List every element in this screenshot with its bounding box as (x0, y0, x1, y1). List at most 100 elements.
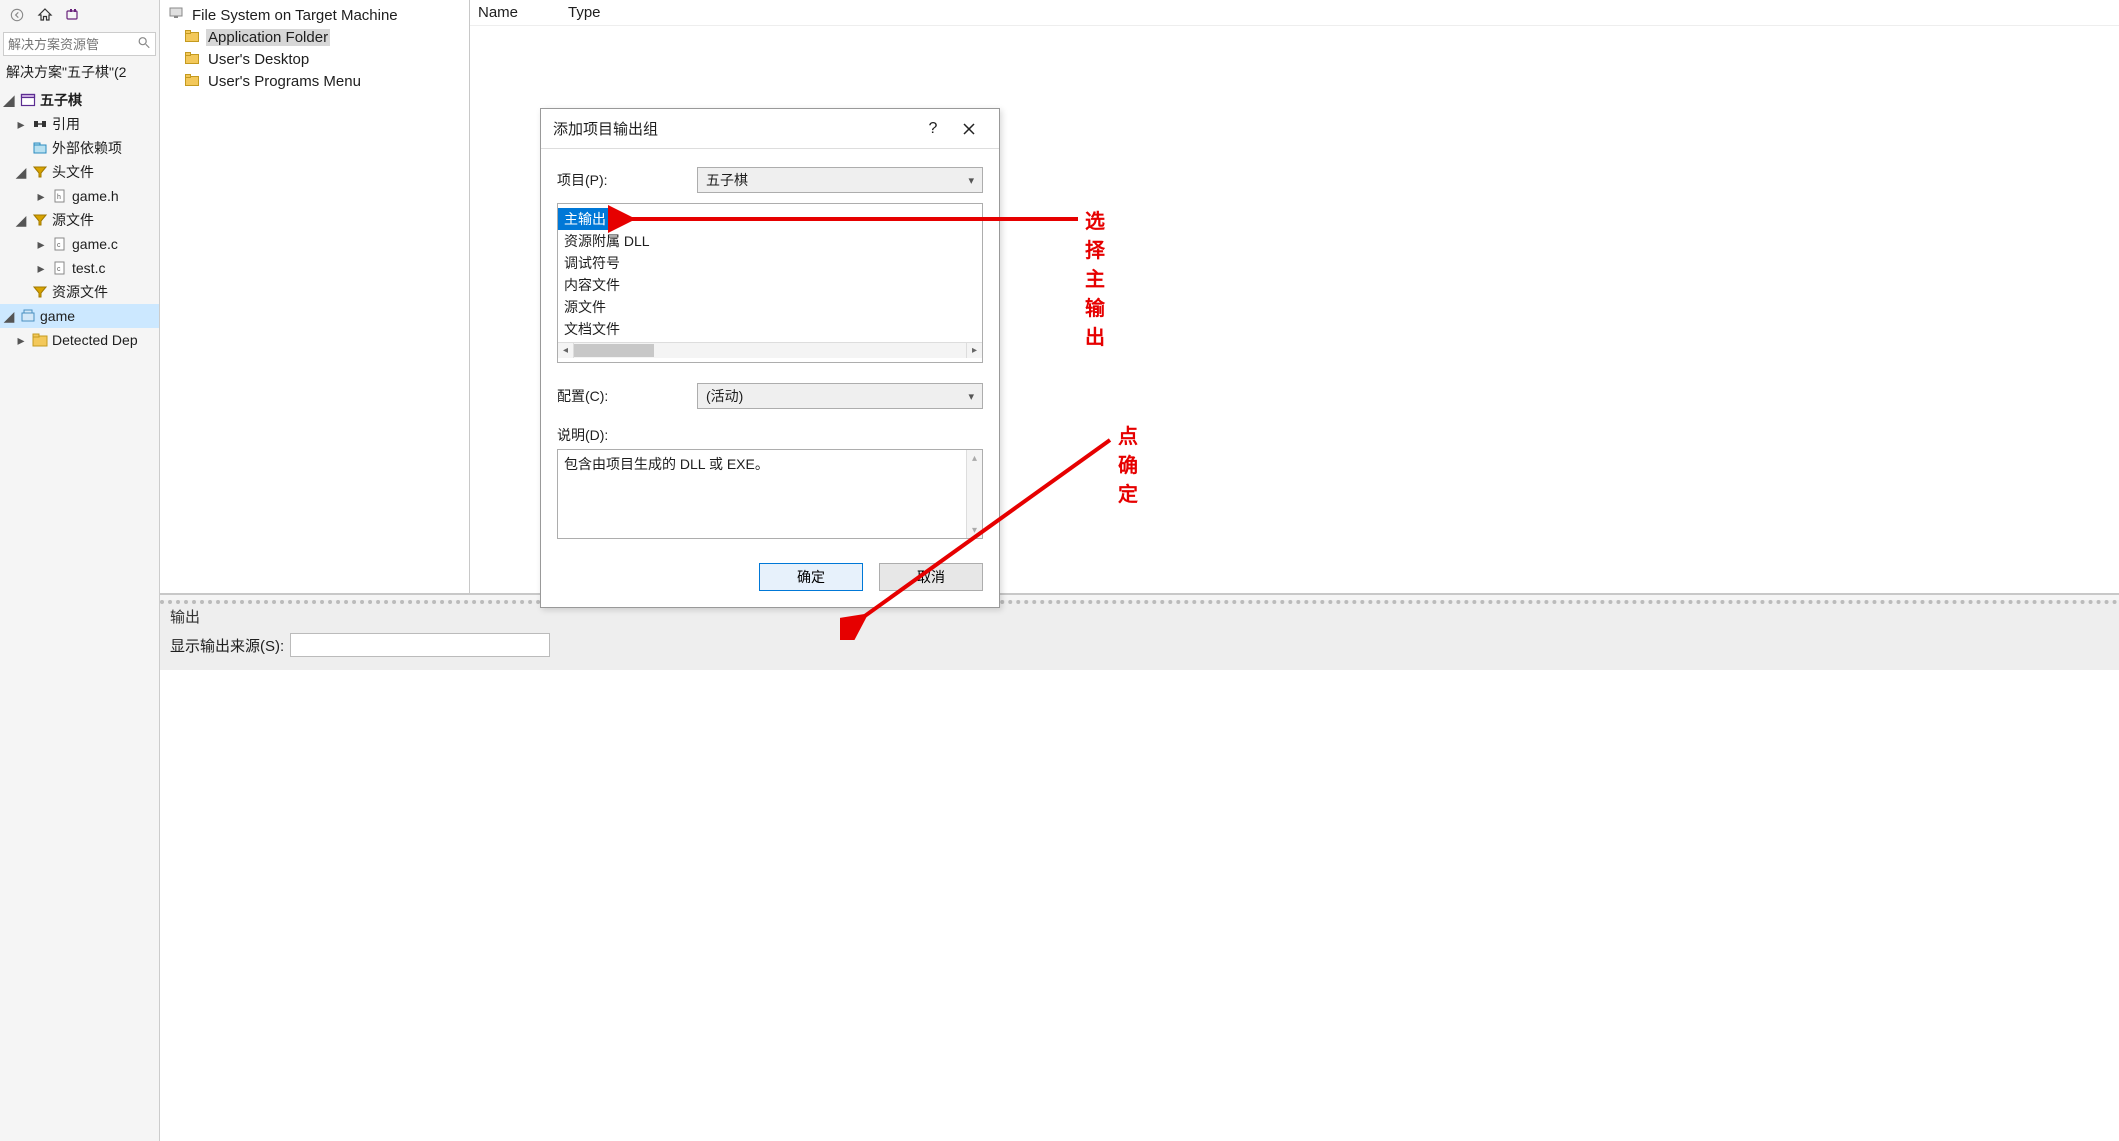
cancel-button[interactable]: 取消 (879, 563, 983, 591)
project-dropdown[interactable]: 五子棋 ▾ (697, 167, 983, 193)
scroll-left-icon[interactable]: ◂ (558, 343, 574, 358)
project-dropdown-value: 五子棋 (706, 170, 748, 190)
tree-project[interactable]: ◢ 五子棋 (0, 88, 159, 112)
file-list-header: Name Type (470, 0, 2119, 26)
filter-icon (32, 164, 48, 180)
tree-sources[interactable]: ◢ 源文件 (0, 208, 159, 232)
solution-tree: ◢ 五子棋 ▸ 引用 外部依赖项 ◢ 头文件 (0, 86, 159, 1141)
expand-icon[interactable]: ▸ (34, 260, 48, 277)
tree-file-test-c[interactable]: ▸ c test.c (0, 256, 159, 280)
setup-project-icon (20, 308, 36, 324)
chevron-down-icon: ▾ (968, 390, 974, 403)
tree-label: 资源文件 (52, 282, 108, 302)
solution-explorer-toolbar (0, 0, 159, 30)
filter-icon (32, 284, 48, 300)
expand-icon[interactable]: ▸ (34, 236, 48, 253)
fs-users-desktop[interactable]: User's Desktop (166, 48, 463, 70)
output-source-label: 显示输出来源(S): (170, 635, 284, 656)
collapse-icon[interactable]: ◢ (2, 92, 16, 109)
fs-folder-label: Application Folder (206, 29, 330, 46)
tree-references[interactable]: ▸ 引用 (0, 112, 159, 136)
output-body-area (160, 670, 2119, 1141)
tree-headers[interactable]: ◢ 头文件 (0, 160, 159, 184)
solution-search[interactable] (3, 32, 156, 56)
tree-label: 头文件 (52, 162, 94, 182)
c-file-icon: c (52, 260, 68, 276)
file-system-tree-pane: File System on Target Machine Applicatio… (160, 0, 470, 595)
tree-file-game-h[interactable]: ▸ h game.h (0, 184, 159, 208)
scrollbar-thumb[interactable] (574, 344, 654, 357)
config-label: 配置(C): (557, 386, 697, 406)
chevron-down-icon: ▾ (968, 174, 974, 187)
fs-folder-label: User's Desktop (206, 51, 311, 68)
fs-application-folder[interactable]: Application Folder (166, 26, 463, 48)
scroll-down-icon[interactable]: ▾ (967, 522, 982, 538)
solution-line[interactable]: 解决方案"五子棋"(2 (0, 58, 159, 86)
list-item[interactable]: 资源附属 DLL (558, 230, 982, 252)
search-icon (137, 36, 151, 53)
dialog-title: 添加项目输出组 (553, 118, 915, 139)
fs-root[interactable]: File System on Target Machine (166, 4, 463, 26)
project-label: 项目(P): (557, 170, 697, 190)
header-file-icon: h (52, 188, 68, 204)
home-icon[interactable] (36, 6, 54, 24)
help-button[interactable]: ? (915, 113, 951, 145)
tree-resources[interactable]: 资源文件 (0, 280, 159, 304)
fs-folder-label: User's Programs Menu (206, 73, 363, 90)
tree-label: game.c (72, 236, 118, 252)
column-type[interactable]: Type (568, 4, 658, 21)
list-item[interactable]: 源文件 (558, 296, 982, 318)
description-vertical-scrollbar[interactable]: ▴ ▾ (966, 450, 982, 538)
close-button[interactable] (951, 113, 987, 145)
collapse-icon[interactable]: ◢ (14, 164, 28, 181)
tree-project-game[interactable]: ◢ game (0, 304, 159, 328)
tree-external-deps[interactable]: 外部依赖项 (0, 136, 159, 160)
target-machine-icon (168, 6, 184, 24)
scroll-up-icon[interactable]: ▴ (967, 450, 982, 466)
collapse-icon[interactable]: ◢ (14, 212, 28, 229)
back-icon[interactable] (8, 6, 26, 24)
tree-file-game-c[interactable]: ▸ c game.c (0, 232, 159, 256)
tree-label: game (40, 308, 75, 324)
svg-text:c: c (57, 242, 61, 249)
ok-button[interactable]: 确定 (759, 563, 863, 591)
tree-label: game.h (72, 188, 119, 204)
description-box: 包含由项目生成的 DLL 或 EXE。 ▴ ▾ (557, 449, 983, 539)
svg-text:c: c (57, 266, 61, 273)
tree-label: 引用 (52, 114, 80, 134)
fs-users-programs-menu[interactable]: User's Programs Menu (166, 70, 463, 92)
file-system-tree: File System on Target Machine Applicatio… (160, 0, 469, 96)
list-item-primary-output[interactable]: 主输出 (558, 208, 612, 230)
folder-icon (184, 51, 200, 68)
tree-label: 外部依赖项 (52, 138, 122, 158)
description-text: 包含由项目生成的 DLL 或 EXE。 (564, 456, 769, 472)
references-icon (32, 116, 48, 132)
scroll-right-icon[interactable]: ▸ (966, 343, 982, 358)
tree-label: Detected Dep (52, 332, 138, 348)
sync-icon[interactable] (64, 6, 82, 24)
config-dropdown[interactable]: (活动) ▾ (697, 383, 983, 409)
expand-icon[interactable]: ▸ (34, 188, 48, 205)
output-panel: 输出 显示输出来源(S): (160, 600, 2119, 670)
folder-icon (184, 73, 200, 90)
tree-detected-deps[interactable]: ▸ Detected Dep (0, 328, 159, 352)
expand-icon[interactable]: ▸ (14, 332, 28, 349)
expand-icon[interactable]: ▸ (14, 116, 28, 133)
svg-text:h: h (57, 194, 61, 201)
project-icon (20, 92, 36, 108)
collapse-icon[interactable]: ◢ (2, 308, 16, 325)
column-name[interactable]: Name (478, 4, 568, 21)
output-title: 输出 (160, 604, 2119, 629)
list-horizontal-scrollbar[interactable]: ◂ ▸ (558, 342, 982, 358)
dialog-titlebar: 添加项目输出组 ? (541, 109, 999, 149)
filter-icon (32, 212, 48, 228)
c-file-icon: c (52, 236, 68, 252)
output-source-dropdown[interactable] (290, 633, 550, 657)
list-item[interactable]: 调试符号 (558, 252, 982, 274)
tree-label: 源文件 (52, 210, 94, 230)
solution-search-input[interactable] (4, 35, 155, 54)
list-item[interactable]: 内容文件 (558, 274, 982, 296)
solution-explorer: 解决方案"五子棋"(2 ◢ 五子棋 ▸ 引用 外部依赖项 ◢ (0, 0, 160, 1141)
output-type-list[interactable]: 主输出 资源附属 DLL 调试符号 内容文件 源文件 文档文件 ◂ ▸ (557, 203, 983, 363)
list-item[interactable]: 文档文件 (558, 318, 982, 340)
